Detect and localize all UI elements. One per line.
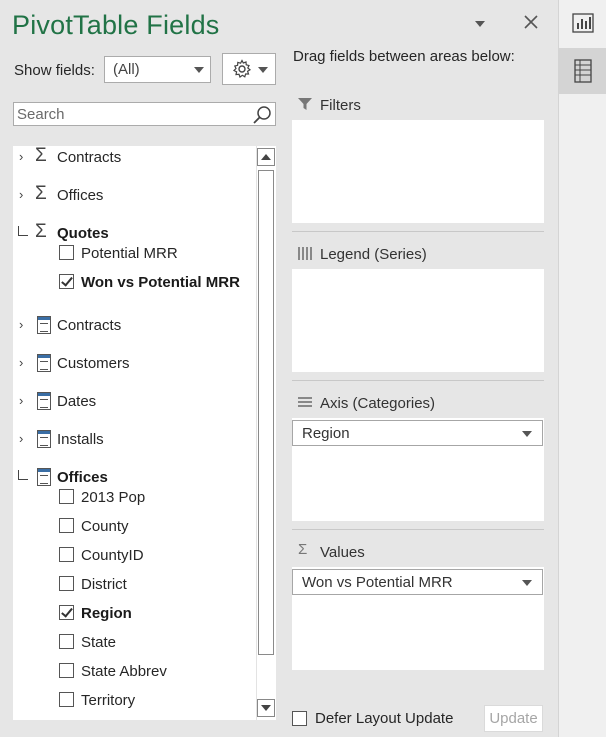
legend-drop-area[interactable] [292, 269, 544, 372]
sigma-icon: Σ [35, 221, 47, 242]
field-checkbox[interactable] [59, 634, 74, 649]
field-list-item[interactable]: District [81, 576, 127, 593]
filters-area-label: Filters [320, 97, 361, 114]
field-list-item[interactable]: Quotes [57, 225, 109, 242]
values-area-label: Values [320, 544, 365, 561]
chevron-down-icon[interactable] [522, 431, 532, 437]
field-list-tab[interactable] [559, 48, 606, 94]
defer-layout-checkbox[interactable] [292, 711, 307, 726]
field-checkbox[interactable] [59, 274, 74, 289]
field-settings-button[interactable] [222, 53, 276, 85]
chevron-down-icon [194, 67, 204, 73]
close-icon [524, 15, 538, 29]
table-icon [37, 468, 51, 486]
field-list-item[interactable]: Contracts [57, 149, 121, 166]
chevron-down-icon[interactable] [522, 580, 532, 586]
collapse-arrow-icon[interactable] [18, 226, 28, 236]
field-list: › Σ Contracts › Σ Offices Σ Quotes Poten… [13, 145, 276, 720]
field-list-item[interactable]: County [81, 518, 129, 535]
search-icon[interactable] [251, 104, 273, 126]
collapse-arrow-icon[interactable] [18, 470, 28, 480]
task-pane-tab-strip [558, 0, 606, 737]
field-checkbox[interactable] [59, 576, 74, 591]
update-button[interactable]: Update [484, 705, 543, 732]
rows-icon [298, 397, 312, 407]
show-fields-value: (All) [113, 61, 140, 78]
field-list-item[interactable]: State [81, 634, 116, 651]
field-search-box[interactable] [13, 102, 276, 126]
area-divider [292, 231, 544, 232]
field-list-item[interactable]: Won vs Potential MRR [81, 274, 240, 291]
chevron-down-icon [258, 67, 268, 73]
field-checkbox[interactable] [59, 605, 74, 620]
task-pane-options-dropdown[interactable] [472, 16, 488, 32]
filter-icon [298, 98, 312, 110]
expand-arrow-icon[interactable]: › [19, 431, 31, 446]
gear-icon [232, 59, 252, 78]
legend-area-label: Legend (Series) [320, 246, 427, 263]
expand-arrow-icon[interactable]: › [19, 393, 31, 408]
field-list-icon [573, 59, 592, 83]
scroll-up-button[interactable] [257, 148, 275, 166]
area-divider [292, 380, 544, 381]
field-checkbox[interactable] [59, 518, 74, 533]
show-fields-label: Show fields: [14, 62, 95, 79]
filters-drop-area[interactable] [292, 120, 544, 223]
field-list-item[interactable]: Dates [57, 393, 96, 410]
field-list-item[interactable]: Offices [57, 187, 103, 204]
expand-arrow-icon[interactable]: › [19, 317, 31, 332]
scroll-down-button[interactable] [257, 699, 275, 717]
field-list-item[interactable]: Offices [57, 469, 108, 486]
field-list-item[interactable]: State Abbrev [81, 663, 167, 680]
table-icon [37, 430, 51, 448]
show-fields-select[interactable]: (All) [104, 56, 211, 83]
search-input[interactable] [14, 103, 244, 125]
sigma-icon: Σ [35, 183, 47, 204]
field-list-item[interactable]: Customers [57, 355, 130, 372]
scroll-thumb[interactable] [258, 170, 274, 655]
sigma-icon: Σ [298, 541, 308, 558]
values-field-pill[interactable]: Won vs Potential MRR [292, 569, 543, 595]
field-list-item[interactable]: CountyID [81, 547, 144, 564]
field-checkbox[interactable] [59, 547, 74, 562]
field-checkbox[interactable] [59, 692, 74, 707]
axis-field-pill[interactable]: Region [292, 420, 543, 446]
close-pane-button[interactable] [520, 12, 542, 34]
defer-layout-label: Defer Layout Update [315, 710, 454, 727]
expand-arrow-icon[interactable]: › [19, 149, 31, 164]
chart-format-icon [571, 13, 594, 33]
pivot-table-fields-pane: PivotTable Fields Show fields: (All) › Σ… [0, 0, 558, 737]
field-list-item[interactable]: Contracts [57, 317, 121, 334]
pane-title: PivotTable Fields [12, 10, 220, 40]
table-icon [37, 316, 51, 334]
table-icon [37, 392, 51, 410]
columns-icon [298, 247, 312, 260]
expand-arrow-icon[interactable]: › [19, 355, 31, 370]
sigma-icon: Σ [35, 145, 47, 166]
field-list-item[interactable]: 2013 Pop [81, 489, 145, 506]
expand-arrow-icon[interactable]: › [19, 187, 31, 202]
table-icon [37, 354, 51, 372]
area-divider [292, 529, 544, 530]
field-list-item[interactable]: Territory [81, 692, 135, 709]
field-checkbox[interactable] [59, 663, 74, 678]
field-list-item[interactable]: Region [81, 605, 132, 622]
field-checkbox[interactable] [59, 489, 74, 504]
drag-instruction: Drag fields between areas below: [293, 48, 515, 65]
field-list-item[interactable]: Potential MRR [81, 245, 178, 262]
axis-area-label: Axis (Categories) [320, 395, 436, 412]
field-list-item[interactable]: Installs [57, 431, 104, 448]
chevron-down-icon [475, 21, 485, 27]
values-field-label: Won vs Potential MRR [302, 574, 453, 591]
axis-field-label: Region [302, 425, 350, 442]
chart-format-tab[interactable] [559, 0, 606, 46]
field-checkbox[interactable] [59, 245, 74, 260]
